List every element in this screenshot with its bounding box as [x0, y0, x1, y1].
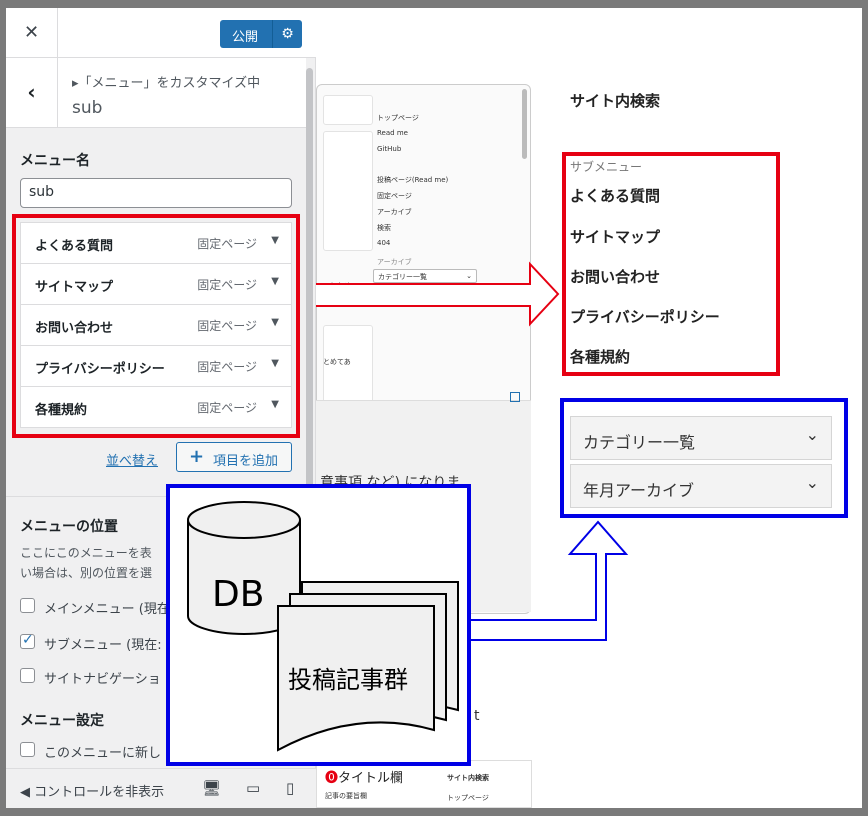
db-label: DB — [212, 574, 265, 615]
title-warning: ⓿タイトル欄 — [325, 767, 403, 786]
publish-button[interactable]: 公開 ⚙ — [220, 20, 302, 48]
auto-add-checkbox[interactable] — [20, 742, 35, 757]
strip-right2: トップページ — [447, 794, 489, 802]
hide-controls-button[interactable]: ◀ コントロールを非表示 — [20, 781, 164, 800]
breadcrumb: ▸「メニュー」をカスタマイズ中 — [72, 76, 261, 91]
title-warning-text: タイトル欄 — [338, 771, 404, 786]
annotation-red-box — [12, 214, 300, 438]
menu-name-input[interactable]: sub — [20, 178, 292, 208]
preview-bottom-strip: ⓿タイトル欄 記事の要旨欄 サイト内検索 トップページ — [316, 760, 532, 808]
screenshot-frame: いしため とめてあ トップページ Read me GitHub 投稿ページ(Re… — [6, 8, 862, 808]
tablet-icon[interactable]: ▭ — [246, 779, 260, 797]
strip-right1: サイト内検索 — [447, 774, 489, 782]
gear-icon[interactable]: ⚙ — [272, 20, 302, 48]
section-header: ‹ ▸「メニュー」をカスタマイズ中 sub — [6, 58, 306, 128]
sub-menu-checkbox[interactable] — [20, 632, 35, 649]
customizer-footer: ◀ コントロールを非表示 🖥 ▭ ▯ — [6, 768, 316, 808]
plus-icon: + — [189, 446, 205, 467]
site-nav-checkbox[interactable] — [20, 668, 35, 683]
db-diagram-graphic — [187, 501, 459, 752]
add-item-button[interactable]: + 項目を追加 — [176, 442, 292, 472]
reorder-link[interactable]: 並べ替え — [106, 450, 158, 469]
location-desc: い場合は、別の位置を選 — [20, 566, 153, 580]
cropped-text: t — [474, 708, 480, 724]
right-arrow-icon — [291, 261, 560, 327]
page-title: sub — [72, 98, 103, 118]
customizer-topbar: ✕ 公開 ⚙ — [6, 8, 316, 58]
hide-controls-label: コントロールを非表示 — [34, 785, 165, 800]
publish-label: 公開 — [232, 30, 259, 45]
chevron-left-icon[interactable]: ‹ — [6, 58, 58, 128]
mobile-icon[interactable]: ▯ — [286, 779, 294, 797]
checkbox-label: サイトナビゲーショ — [44, 672, 161, 687]
desktop-icon[interactable]: 🖥 — [202, 779, 221, 797]
checkbox-label: このメニューに新し — [44, 746, 162, 761]
checkbox-label: メインメニュー (現在 — [44, 602, 170, 617]
location-heading: メニューの位置 — [20, 519, 118, 535]
strip-sub: 記事の要旨欄 — [325, 792, 367, 800]
db-diagram: DB 投稿記事群 — [166, 484, 471, 766]
checkbox-label: サブメニュー (現在: s — [44, 638, 173, 653]
settings-heading: メニュー設定 — [20, 713, 104, 729]
scrollbar[interactable] — [306, 68, 313, 488]
location-desc: ここにこのメニューを表 — [20, 546, 152, 560]
warning-icon: ⓿ — [325, 771, 339, 786]
up-arrow-icon — [465, 520, 629, 641]
main-menu-checkbox[interactable] — [20, 598, 35, 613]
close-icon[interactable]: ✕ — [6, 8, 58, 58]
menu-name-label: メニュー名 — [20, 153, 90, 169]
docs-label: 投稿記事群 — [288, 666, 408, 694]
add-item-label: 項目を追加 — [213, 454, 279, 469]
